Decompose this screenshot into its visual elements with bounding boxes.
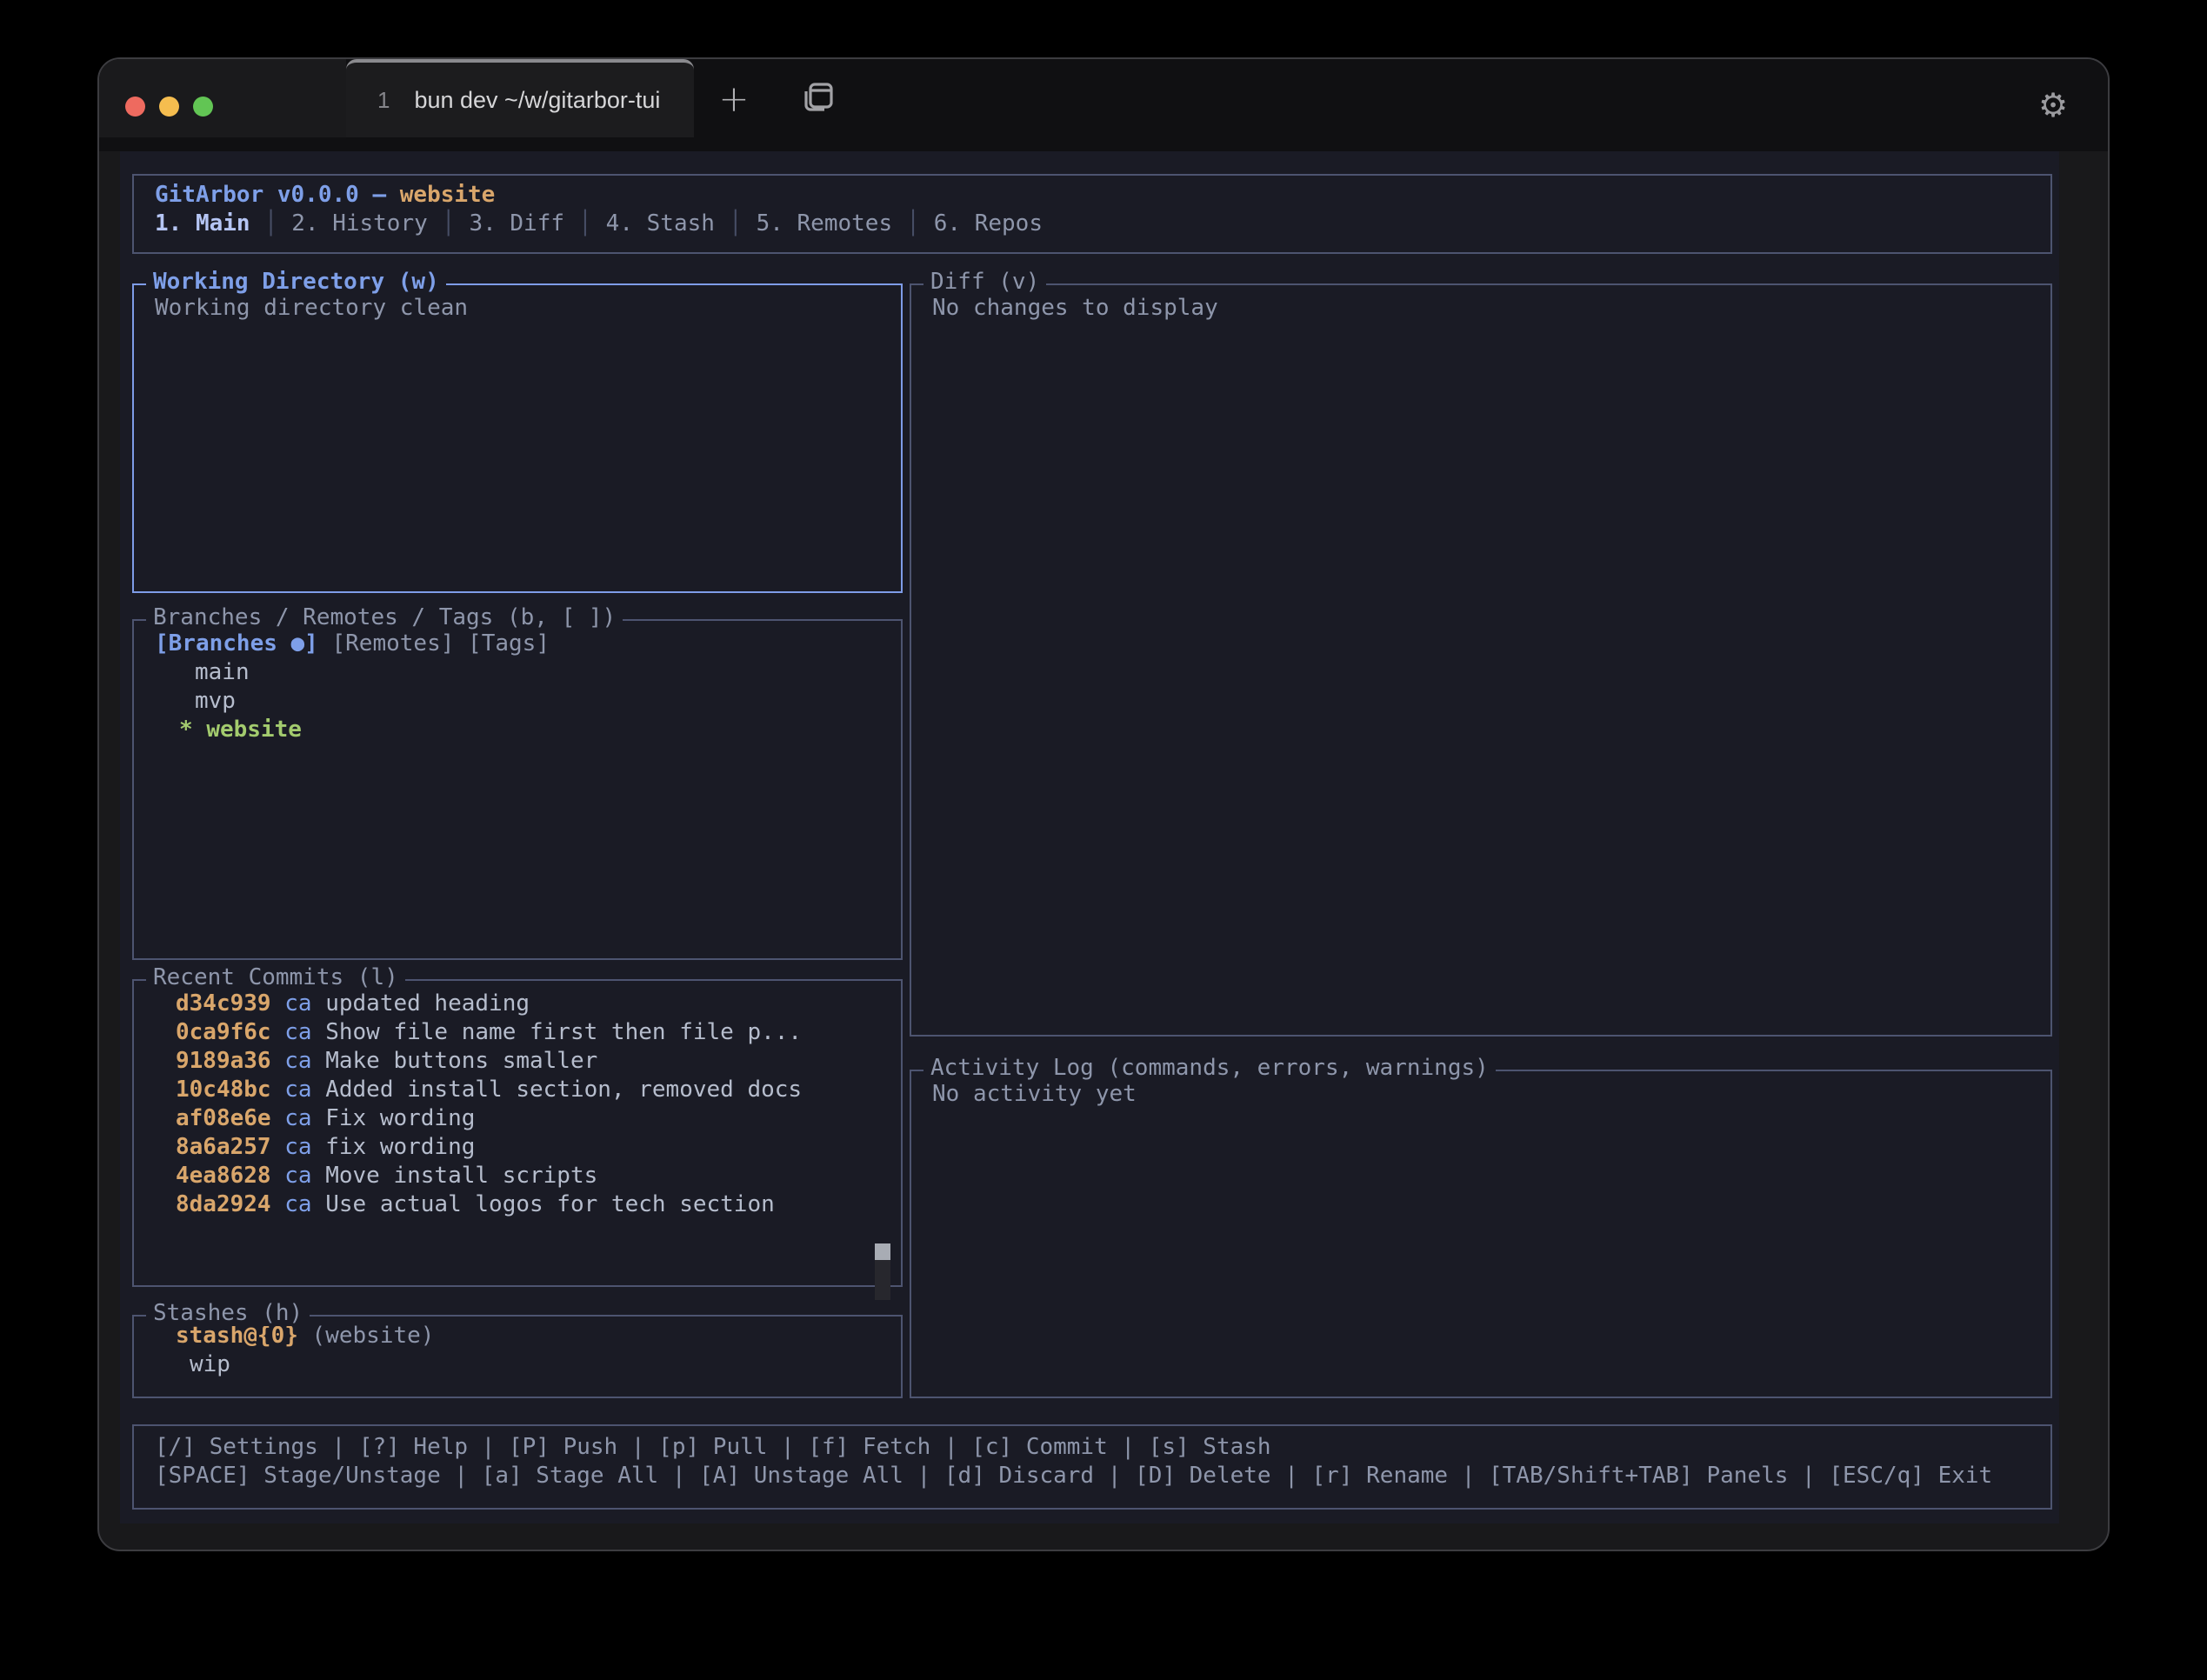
activity-log-empty-message: No activity yet [932,1081,1137,1107]
panel-app-header: GitArbor v0.0.0 — website 1. Main │ 2. His… [132,174,2052,254]
zoom-button[interactable] [193,97,213,117]
panel-keybindings: [/] Settings | [?] Help | [P] Push | [p]… [132,1424,2052,1510]
minimize-button[interactable] [159,97,179,117]
current-branch-marker: * [179,717,193,743]
stash-message: wip [190,1351,230,1377]
tab-remotes[interactable]: 5. Remotes [757,210,893,237]
settings-button[interactable]: ⚙ [2023,59,2084,151]
tab-separator: │ [906,210,920,237]
terminal-window: 1 bun dev ~/w/gitarbor-tui + ⚙ GitArbor … [97,57,2110,1551]
tab-separator: │ [578,210,592,237]
panel-stashes[interactable]: Stashes (h) stash@{0} (website) wip [132,1300,903,1398]
app-tab-bar: 1. Main │ 2. History │ 3. Diff │ 4. Stash │ 5. R… [155,210,2050,238]
branch-filter-bar: [Branches ●] [Remotes] [Tags] [155,630,901,658]
tab-separator: │ [263,210,278,237]
filter-branches[interactable]: [Branches ●] [155,630,318,657]
tab-number: 1 [377,86,390,113]
traffic-lights [125,97,213,117]
tab-diff[interactable]: 3. Diff [469,210,564,237]
panel-commits[interactable]: Recent Commits (l) d34c939 ca updated he… [132,964,903,1287]
working-directory-status: Working directory clean [155,295,469,321]
commit-row[interactable]: d34c939 ca updated heading [176,990,901,1018]
stashes-title: Stashes (h) [146,1300,310,1326]
filter-remotes[interactable]: [Remotes] [332,630,455,657]
tab-separator: │ [728,210,743,237]
panel-working-directory[interactable]: Working Directory (w) Working directory … [132,269,903,593]
commit-row[interactable]: 8da2924 ca Use actual logos for tech sec… [176,1190,901,1219]
tab-stash[interactable]: 4. Stash [606,210,715,237]
plus-icon: + [718,77,750,120]
commits-title: Recent Commits (l) [146,964,405,990]
activity-log-title: Activity Log (commands, errors, warnings… [923,1055,1496,1081]
keybindings-line-2: [SPACE] Stage/Unstage | [a] Stage All | … [155,1463,1993,1489]
tab-repos[interactable]: 6. Repos [934,210,1043,237]
tab-separator: │ [441,210,456,237]
panel-branches[interactable]: Branches / Remotes / Tags (b, [ ]) [Bran… [132,604,903,960]
commit-row[interactable]: 0ca9f6c ca Show file name first then fil… [176,1018,901,1047]
commit-row[interactable]: 4ea8628 ca Move install scripts [176,1162,901,1190]
working-directory-title: Working Directory (w) [146,269,446,295]
app-title-line: GitArbor v0.0.0 — website [155,181,2050,210]
new-tab-button[interactable]: + [699,59,769,137]
screenshot-root: 1 bun dev ~/w/gitarbor-tui + ⚙ GitArbor … [0,0,2207,1680]
branch-row[interactable]: main [155,658,901,687]
tab-title: bun dev ~/w/gitarbor-tui [414,86,661,113]
panel-activity-log[interactable]: Activity Log (commands, errors, warnings… [910,1055,2052,1398]
gear-icon: ⚙ [2037,86,2069,124]
commit-row[interactable]: 8a6a257 ca fix wording [176,1133,901,1162]
commits-scrollbar-thumb[interactable] [875,1243,890,1260]
branch-row-current[interactable]: * website [155,716,901,744]
commit-row[interactable]: 10c48bc ca Added install section, remove… [176,1076,901,1104]
panel-diff[interactable]: Diff (v) No changes to display [910,269,2052,1037]
filter-tags[interactable]: [Tags] [468,630,550,657]
branch-row[interactable]: mvp [155,687,901,716]
commits-scrollbar-track [875,1260,890,1300]
tab-main[interactable]: 1. Main [155,210,250,237]
terminal-content: GitArbor v0.0.0 — website 1. Main │ 2. His… [120,151,2059,1523]
terminal-tab[interactable]: 1 bun dev ~/w/gitarbor-tui [346,59,694,137]
tab-history[interactable]: 2. History [291,210,428,237]
close-button[interactable] [125,97,145,117]
keybindings-line-1: [/] Settings | [?] Help | [P] Push | [p]… [155,1434,1271,1460]
commit-row[interactable]: af08e6e ca Fix wording [176,1104,901,1133]
diff-empty-message: No changes to display [932,295,1218,321]
tab-overview-button[interactable] [783,59,852,137]
app-title: GitArbor v0.0.0 — [155,182,387,208]
branches-title: Branches / Remotes / Tags (b, [ ]) [146,604,623,630]
titlebar: 1 bun dev ~/w/gitarbor-tui + ⚙ [99,59,2108,151]
commit-row[interactable]: 9189a36 ca Make buttons smaller [176,1047,901,1076]
current-branch-label: website [399,182,496,208]
stacked-windows-icon [804,83,833,111]
diff-title: Diff (v) [923,269,1047,295]
